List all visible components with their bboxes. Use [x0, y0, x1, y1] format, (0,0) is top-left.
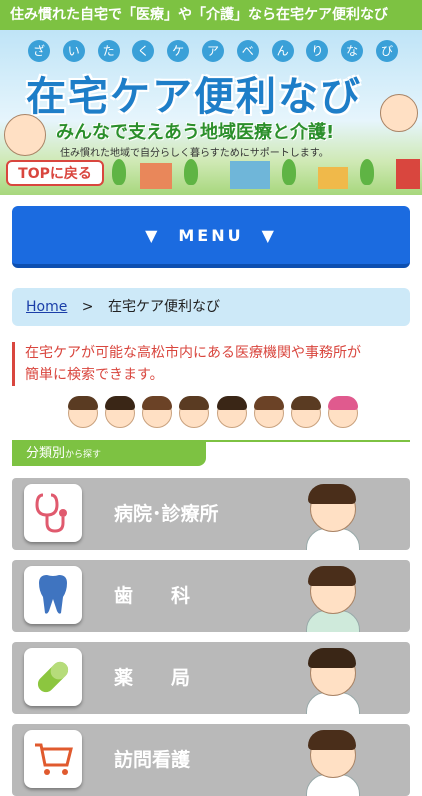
- pharmacist-illustration: [306, 648, 360, 714]
- site-logo-title: 在宅ケア便利なび: [26, 74, 362, 120]
- kana-bubble: い: [62, 40, 85, 62]
- menu-label: MENU: [178, 225, 244, 245]
- intro-line: 在宅ケアが可能な高松市内にある医療機関や事務所が: [25, 345, 361, 361]
- section-title-suffix: から探す: [65, 450, 102, 460]
- kana-bubble: ん: [271, 40, 294, 62]
- character-illustration: [326, 392, 358, 430]
- character-illustration: [289, 392, 321, 430]
- staff-characters-illustration: [66, 392, 358, 432]
- kana-bubble: ア: [201, 40, 224, 62]
- character-illustration: [66, 392, 98, 430]
- character-illustration: [215, 392, 247, 430]
- stethoscope-icon: [24, 484, 82, 542]
- kana-bubble: ざ: [28, 40, 50, 62]
- kana-bubble: り: [306, 40, 329, 62]
- house-illustration: [230, 161, 270, 189]
- menu-button[interactable]: ▼ MENU ▼: [12, 206, 410, 268]
- doctor-illustration: [306, 484, 360, 550]
- title-reading-bubbles: ざ い た く ケ ア べ ん り な び: [28, 40, 398, 62]
- kana-bubble: ケ: [167, 40, 190, 62]
- tree-decoration: [360, 159, 374, 185]
- kana-bubble: な: [341, 40, 364, 62]
- category-visiting-nurse-button[interactable]: 訪問看護: [12, 724, 410, 796]
- intro-text: 在宅ケアが可能な高松市内にある医療機関や事務所が 簡単に検索できます。: [12, 342, 410, 386]
- kana-bubble: く: [132, 40, 155, 62]
- cart-icon: [24, 730, 82, 788]
- dentist-illustration: [306, 566, 360, 632]
- intro-line: 簡単に検索できます。: [25, 367, 164, 383]
- menu-arrow-left-icon: ▼: [145, 225, 161, 245]
- breadcrumb-home-link[interactable]: Home: [26, 299, 67, 315]
- kana-bubble: べ: [236, 40, 259, 62]
- category-hospital-button[interactable]: 病院･診療所: [12, 478, 410, 550]
- pill-icon: [24, 648, 82, 706]
- category-label: 薬 局: [114, 667, 191, 689]
- section-title: 分類別: [26, 446, 66, 461]
- nurse-character-illustration: [380, 94, 418, 132]
- tree-decoration: [282, 159, 296, 185]
- breadcrumb: Home > 在宅ケア便利なび: [12, 288, 410, 326]
- breadcrumb-separator: >: [81, 299, 94, 315]
- house-illustration: [318, 167, 348, 189]
- category-pharmacy-button[interactable]: 薬 局: [12, 642, 410, 714]
- category-label: 歯 科: [114, 585, 191, 607]
- house-illustration: [396, 159, 420, 189]
- section-heading: 分類別から探す: [12, 442, 206, 466]
- character-illustration: [140, 392, 173, 430]
- character-illustration: [252, 392, 284, 430]
- breadcrumb-current: 在宅ケア便利なび: [107, 299, 220, 315]
- category-label: 病院･診療所: [114, 503, 219, 525]
- doctor-character-illustration: [4, 114, 46, 156]
- nurse-illustration: [306, 730, 360, 796]
- category-label: 訪問看護: [114, 749, 191, 771]
- category-dental-button[interactable]: 歯 科: [12, 560, 410, 632]
- character-illustration: [177, 392, 210, 430]
- banner-tagline: 住み慣れた地域で自分らしく暮らすためにサポートします。: [60, 148, 329, 159]
- tooth-icon: [24, 566, 82, 624]
- banner-subtitle: みんなで支えあう地域医療と介護!: [56, 122, 335, 143]
- tree-decoration: [112, 159, 126, 185]
- kana-bubble: び: [375, 40, 398, 62]
- menu-arrow-right-icon: ▼: [261, 225, 277, 245]
- tree-decoration: [184, 159, 198, 185]
- kana-bubble: た: [97, 40, 120, 62]
- back-to-top-button[interactable]: TOPに戻る: [6, 160, 104, 186]
- house-illustration: [140, 163, 172, 189]
- character-illustration: [103, 392, 136, 430]
- site-tagline-bar: 住み慣れた自宅で「医療」や「介護」なら在宅ケア便利なび: [0, 0, 422, 30]
